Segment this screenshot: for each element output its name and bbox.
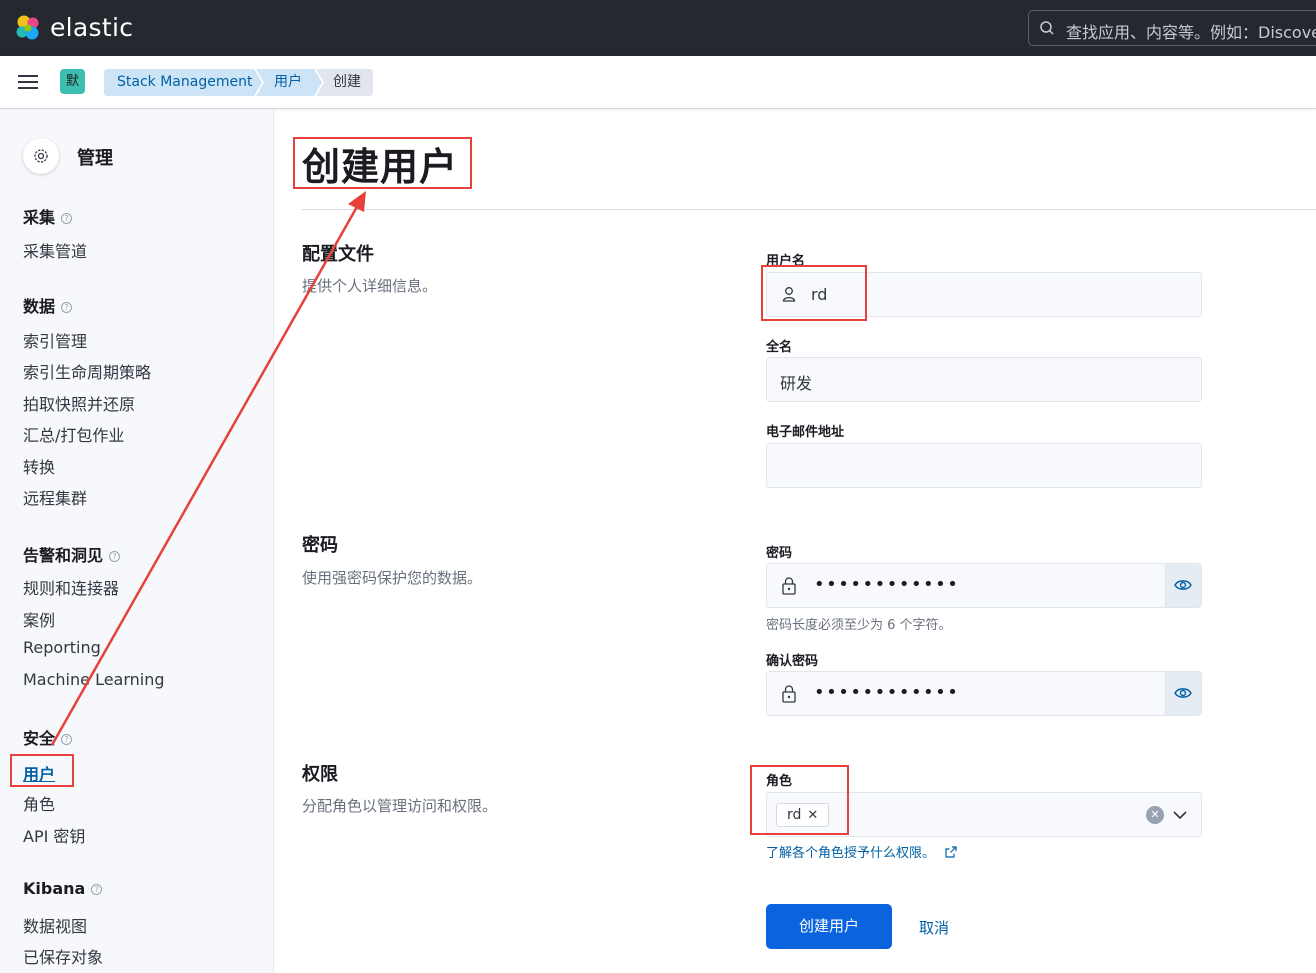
help-icon[interactable]: ? [61, 734, 73, 745]
breadcrumb-create: 创建 [316, 69, 373, 96]
profile-section-title: 配置文件 [302, 244, 374, 265]
email-field[interactable] [766, 443, 1202, 488]
lock-icon [782, 577, 796, 595]
password-value: •••••••••••• [814, 574, 960, 595]
privileges-section-title: 权限 [302, 764, 338, 785]
top-header: elastic 查找应用、内容等。例如：Discover [0, 0, 1316, 56]
show-password-button[interactable] [1165, 564, 1201, 607]
hamburger-menu-icon[interactable] [18, 73, 38, 91]
brand-name: elastic [50, 13, 134, 42]
sidebar-item-snapshot-restore[interactable]: 拍取快照并还原 [23, 391, 135, 415]
eye-icon [1174, 580, 1192, 590]
sidebar-item-saved-objects[interactable]: 已保存对象 [23, 944, 103, 968]
lock-icon [782, 685, 796, 703]
sidebar-item-rules-connectors[interactable]: 规则和连接器 [23, 575, 119, 599]
sidebar-item-cases[interactable]: 案例 [23, 607, 55, 631]
help-icon[interactable]: ? [61, 302, 73, 313]
annotation-box-title [293, 137, 472, 189]
password-section-desc: 使用强密码保护您的数据。 [302, 569, 483, 587]
breadcrumb-users[interactable]: 用户 [256, 69, 322, 96]
confirm-password-label: 确认密码 [766, 654, 819, 669]
eye-icon [1174, 688, 1192, 698]
sidebar-title: 管理 [77, 148, 113, 169]
sidebar-item-api-keys[interactable]: API 密钥 [23, 823, 85, 847]
email-label: 电子邮件地址 [766, 425, 845, 440]
fullname-field[interactable]: 研发 [766, 357, 1202, 402]
cancel-button[interactable]: 取消 [919, 917, 949, 938]
sidebar-group-kibana: Kibana? [23, 879, 103, 898]
sidebar-group-ingest: 采集? [23, 204, 73, 228]
fullname-value: 研发 [780, 374, 813, 393]
breadcrumb-stack-management[interactable]: Stack Management [104, 69, 262, 96]
management-sidebar: 管理 采集? 采集管道 数据? 索引管理 索引生命周期策略 拍取快照并还原 汇总… [0, 110, 274, 973]
annotation-box-username [761, 265, 867, 321]
sidebar-item-machine-learning[interactable]: Machine Learning [23, 670, 165, 689]
help-icon[interactable]: ? [61, 213, 73, 224]
search-placeholder[interactable]: 查找应用、内容等。例如：Discover [1066, 19, 1316, 43]
breadcrumb-bar: 默 Stack Management 用户 创建 [0, 56, 1316, 109]
sidebar-item-ilm-policies[interactable]: 索引生命周期策略 [23, 359, 151, 383]
sidebar-item-reporting[interactable]: Reporting [23, 638, 101, 657]
confirm-password-value: •••••••••••• [814, 682, 960, 703]
fullname-label: 全名 [766, 340, 793, 355]
show-confirm-password-button[interactable] [1165, 672, 1201, 715]
sidebar-item-ingest-pipelines[interactable]: 采集管道 [23, 238, 87, 262]
sidebar-item-data-views[interactable]: 数据视图 [23, 913, 87, 937]
sidebar-item-roles[interactable]: 角色 [23, 791, 55, 815]
sidebar-group-security: 安全? [23, 725, 73, 749]
title-divider [302, 209, 1316, 210]
global-search[interactable]: 查找应用、内容等。例如：Discover [1028, 10, 1316, 46]
sidebar-item-index-management[interactable]: 索引管理 [23, 328, 87, 352]
space-avatar[interactable]: 默 [60, 69, 85, 94]
annotation-box-users [10, 754, 74, 787]
help-icon[interactable]: ? [91, 884, 103, 895]
password-label: 密码 [766, 546, 793, 561]
elastic-logo-icon[interactable] [14, 14, 42, 42]
chevron-down-icon[interactable] [1172, 807, 1188, 823]
gear-icon [23, 138, 59, 174]
external-link-icon [945, 846, 957, 858]
password-hint: 密码长度必须至少为 6 个字符。 [766, 618, 952, 633]
sidebar-group-data: 数据? [23, 293, 73, 317]
clear-icon[interactable]: ✕ [1146, 806, 1164, 824]
sidebar-item-remote-clusters[interactable]: 远程集群 [23, 485, 87, 509]
password-section-title: 密码 [302, 535, 338, 556]
sidebar-group-alerts-insights: 告警和洞见? [23, 542, 121, 566]
profile-section-desc: 提供个人详细信息。 [302, 277, 438, 295]
search-icon [1040, 21, 1054, 35]
sidebar-item-transforms[interactable]: 转换 [23, 454, 55, 478]
password-field[interactable]: •••••••••••• [766, 563, 1202, 608]
annotation-box-roles [750, 765, 849, 835]
sidebar-item-rollup-jobs[interactable]: 汇总/打包作业 [23, 422, 124, 446]
roles-docs-link[interactable]: 了解各个角色授予什么权限。 [766, 842, 957, 861]
create-user-button[interactable]: 创建用户 [766, 904, 892, 949]
help-icon[interactable]: ? [109, 551, 121, 562]
confirm-password-field[interactable]: •••••••••••• [766, 671, 1202, 716]
privileges-section-desc: 分配角色以管理访问和权限。 [302, 797, 498, 815]
